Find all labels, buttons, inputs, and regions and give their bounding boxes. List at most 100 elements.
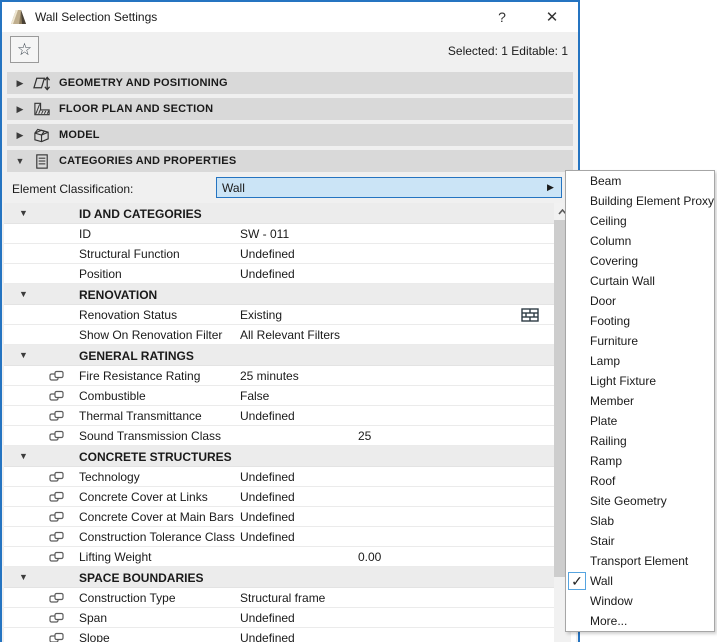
link-icon — [49, 370, 64, 382]
link-icon — [49, 471, 64, 483]
property-value[interactable]: Undefined — [240, 510, 295, 524]
element-classification-dropdown[interactable]: Wall ▶ — [216, 177, 562, 198]
property-name: Span — [79, 611, 108, 625]
flyout-item-beam[interactable]: Beam — [566, 171, 714, 191]
section-bar-categories-and-properties[interactable]: ▼ CATEGORIES AND PROPERTIES — [7, 150, 573, 172]
close-button[interactable]: ✕ — [532, 2, 572, 32]
property-row[interactable]: Span Undefined — [4, 608, 554, 628]
flyout-item-curtain-wall[interactable]: Curtain Wall — [566, 271, 714, 291]
property-group-row[interactable]: ▼ SPACE BOUNDARIES — [4, 567, 554, 588]
property-group-row[interactable]: ▼ RENOVATION — [4, 284, 554, 305]
property-value[interactable]: Undefined — [240, 267, 295, 281]
property-value[interactable]: SW - 011 — [240, 227, 289, 241]
property-row[interactable]: Construction Tolerance Class Undefined — [4, 527, 554, 547]
chevron-down-icon[interactable]: ▼ — [19, 289, 28, 299]
property-value[interactable]: 25 — [358, 429, 371, 443]
flyout-item-light-fixture[interactable]: Light Fixture — [566, 371, 714, 391]
flyout-item-footing[interactable]: Footing — [566, 311, 714, 331]
property-value[interactable]: Undefined — [240, 490, 295, 504]
check-icon: ✓ — [568, 572, 586, 590]
flyout-item-ceiling[interactable]: Ceiling — [566, 211, 714, 231]
flyout-item-stair[interactable]: Stair — [566, 531, 714, 551]
flyout-item-roof[interactable]: Roof — [566, 471, 714, 491]
property-row[interactable]: ID SW - 011 — [4, 224, 554, 244]
property-row[interactable]: Show On Renovation Filter All Relevant Fi… — [4, 325, 554, 345]
property-row[interactable]: Technology Undefined — [4, 467, 554, 487]
chevron-right-icon: ▶ — [16, 129, 24, 140]
link-icon — [49, 632, 64, 642]
property-row[interactable]: Thermal Transmittance Undefined — [4, 406, 554, 426]
property-row[interactable]: Position Undefined — [4, 264, 554, 284]
property-row[interactable]: Sound Transmission Class 25 — [4, 426, 554, 446]
flyout-item-label: Door — [590, 294, 617, 308]
property-value[interactable]: Undefined — [240, 409, 295, 423]
flyout-item-member[interactable]: Member — [566, 391, 714, 411]
property-group-row[interactable]: ▼ CONCRETE STRUCTURES — [4, 446, 554, 467]
flyout-item-building-element-proxy[interactable]: Building Element Proxy — [566, 191, 714, 211]
property-group-row[interactable]: ▼ GENERAL RATINGS — [4, 345, 554, 366]
flyout-item-slab[interactable]: Slab — [566, 511, 714, 531]
flyout-item-transport-element[interactable]: Transport Element — [566, 551, 714, 571]
flyout-item-door[interactable]: Door — [566, 291, 714, 311]
section-label: GEOMETRY AND POSITIONING — [59, 77, 228, 89]
property-row[interactable]: Fire Resistance Rating 25 minutes — [4, 366, 554, 386]
flyout-item-wall[interactable]: ✓ Wall — [566, 571, 714, 591]
flyout-item-railing[interactable]: Railing — [566, 431, 714, 451]
flyout-item-ramp[interactable]: Ramp — [566, 451, 714, 471]
property-row[interactable]: Concrete Cover at Main Bars Undefined — [4, 507, 554, 527]
property-group-row[interactable]: ▼ ID AND CATEGORIES — [4, 203, 554, 224]
property-row[interactable]: Renovation Status Existing — [4, 305, 554, 325]
chevron-down-icon[interactable]: ▼ — [19, 572, 28, 582]
flyout-item-more-[interactable]: More... — [566, 611, 714, 631]
property-row[interactable]: Combustible False — [4, 386, 554, 406]
favorites-button[interactable]: ☆ — [10, 36, 39, 63]
property-value[interactable]: 0.00 — [358, 550, 381, 564]
help-button[interactable]: ? — [482, 2, 522, 32]
model-icon — [33, 126, 51, 144]
link-icon — [49, 612, 64, 624]
property-value[interactable]: Structural frame — [240, 591, 325, 605]
chevron-down-icon[interactable]: ▼ — [19, 451, 28, 461]
classification-flyout-menu: Beam Building Element Proxy Ceiling Column C… — [565, 170, 715, 632]
property-value[interactable]: Undefined — [240, 611, 295, 625]
property-value[interactable]: Undefined — [240, 247, 295, 261]
chevron-down-icon[interactable]: ▼ — [19, 208, 28, 218]
flyout-item-lamp[interactable]: Lamp — [566, 351, 714, 371]
section-bar-floor-plan-and-section[interactable]: ▶ FLOOR PLAN AND SECTION — [7, 98, 573, 120]
flyout-item-covering[interactable]: Covering — [566, 251, 714, 271]
flyout-item-furniture[interactable]: Furniture — [566, 331, 714, 351]
flyout-item-site-geometry[interactable]: Site Geometry — [566, 491, 714, 511]
flyout-item-label: Slab — [590, 514, 615, 528]
chevron-down-icon[interactable]: ▼ — [19, 350, 28, 360]
property-value[interactable]: Undefined — [240, 631, 295, 642]
chevron-right-icon: ▶ — [16, 77, 24, 88]
property-value[interactable]: All Relevant Filters — [240, 328, 340, 342]
section-list: ▶ GEOMETRY AND POSITIONING ▶ FLOOR PLAN AND… — [2, 72, 578, 172]
property-row[interactable]: Lifting Weight 0.00 — [4, 547, 554, 567]
flyout-item-column[interactable]: Column — [566, 231, 714, 251]
property-value[interactable]: 25 minutes — [240, 369, 299, 383]
property-value[interactable]: Undefined — [240, 530, 295, 544]
property-name: Concrete Cover at Links — [79, 490, 208, 504]
property-row[interactable]: Concrete Cover at Links Undefined — [4, 487, 554, 507]
flyout-item-plate[interactable]: Plate — [566, 411, 714, 431]
brick-wall-icon[interactable] — [521, 307, 539, 323]
property-value[interactable]: Existing — [240, 308, 282, 322]
property-name: CONCRETE STRUCTURES — [79, 450, 232, 464]
section-bar-geometry-and-positioning[interactable]: ▶ GEOMETRY AND POSITIONING — [7, 72, 573, 94]
top-strip: ☆ Selected: 1 Editable: 1 — [2, 32, 578, 72]
property-value[interactable]: Undefined — [240, 470, 295, 484]
flyout-item-label: Building Element Proxy — [590, 194, 715, 208]
section-bar-model[interactable]: ▶ MODEL — [7, 124, 573, 146]
property-row[interactable]: Slope Undefined — [4, 628, 554, 642]
categories-properties-icon — [33, 152, 51, 170]
flyout-item-label: Covering — [590, 254, 639, 268]
title-bar[interactable]: Wall Selection Settings ? ✕ — [2, 2, 578, 32]
screen: Wall Selection Settings ? ✕ ☆ Selected: … — [0, 0, 717, 642]
flyout-item-label: Light Fixture — [590, 374, 657, 388]
geometry-positioning-icon — [33, 74, 51, 92]
property-row[interactable]: Construction Type Structural frame — [4, 588, 554, 608]
property-row[interactable]: Structural Function Undefined — [4, 244, 554, 264]
property-value[interactable]: False — [240, 389, 269, 403]
flyout-item-window[interactable]: Window — [566, 591, 714, 611]
